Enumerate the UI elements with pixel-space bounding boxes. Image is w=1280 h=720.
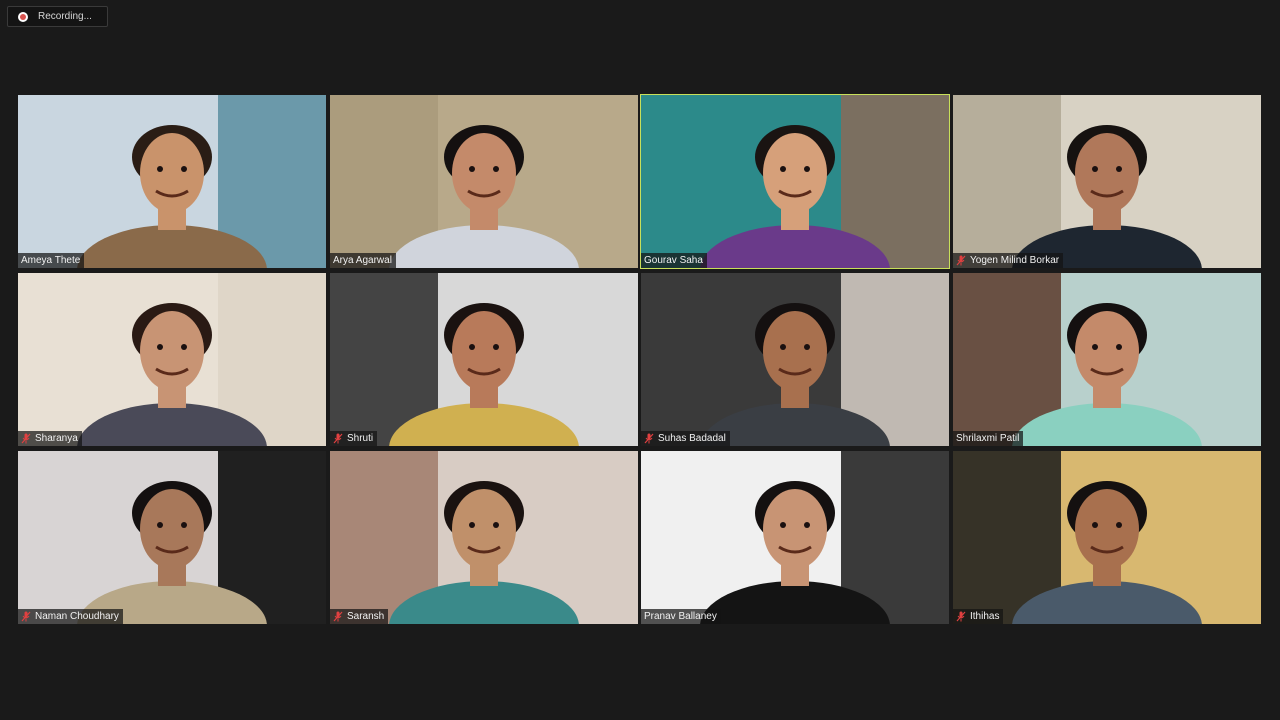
microphone-muted-icon [644, 433, 654, 444]
participant-video-tile[interactable]: Arya Agarwal [330, 95, 638, 268]
participant-nameplate: Sharanya [18, 431, 82, 446]
participant-nameplate: Naman Choudhary [18, 609, 123, 624]
participant-name: Shruti [347, 433, 374, 444]
participant-nameplate: Pranav Ballaney [641, 609, 721, 624]
record-icon [18, 11, 28, 22]
participant-video [953, 273, 1261, 446]
participant-name: Sharanya [35, 433, 78, 444]
participant-name: Saransh [347, 611, 385, 622]
participant-nameplate: Ameya Thete [18, 253, 85, 268]
participant-video [330, 95, 638, 268]
participant-video [953, 451, 1261, 624]
participant-name: Yogen Milind Borkar [970, 255, 1060, 266]
participant-name: Shrilaxmi Patil [956, 433, 1020, 444]
participant-nameplate: Ithihas [953, 609, 1004, 624]
participant-video-tile[interactable]: Shrilaxmi Patil [953, 273, 1261, 446]
participant-video [641, 451, 949, 624]
participant-video-tile[interactable]: Suhas Badadal [641, 273, 949, 446]
participant-name: Arya Agarwal [333, 255, 392, 266]
recording-label: Recording... [38, 11, 92, 22]
participant-video [18, 451, 326, 624]
participant-video [18, 95, 326, 268]
participant-video [18, 273, 326, 446]
participant-video-tile[interactable]: Ithihas [953, 451, 1261, 624]
microphone-muted-icon [333, 433, 343, 444]
participant-video [330, 451, 638, 624]
participant-video [641, 273, 949, 446]
participant-video [953, 95, 1261, 268]
participant-name: Gourav Saha [644, 255, 703, 266]
microphone-muted-icon [956, 255, 966, 266]
microphone-muted-icon [21, 433, 31, 444]
participant-video-tile[interactable]: Ameya Thete [18, 95, 326, 268]
participant-nameplate: Shruti [330, 431, 378, 446]
gallery-view: Ameya Thete Arya Agarwal Gourav Saha Yogen … [18, 94, 1262, 624]
participant-name: Ithihas [970, 611, 1000, 622]
participant-video-tile[interactable]: Saransh [330, 451, 638, 624]
participant-name: Naman Choudhary [35, 611, 119, 622]
participant-nameplate: Shrilaxmi Patil [953, 431, 1024, 446]
participant-video-tile[interactable]: Sharanya [18, 273, 326, 446]
participant-video [330, 273, 638, 446]
participant-name: Ameya Thete [21, 255, 81, 266]
participant-nameplate: Arya Agarwal [330, 253, 396, 268]
participant-name: Pranav Ballaney [644, 611, 717, 622]
participant-video-tile[interactable]: Naman Choudhary [18, 451, 326, 624]
recording-indicator[interactable]: Recording... [7, 6, 108, 27]
participant-video [641, 95, 949, 268]
participant-nameplate: Saransh [330, 609, 389, 624]
microphone-muted-icon [333, 611, 343, 622]
microphone-muted-icon [21, 611, 31, 622]
participant-video-tile[interactable]: Yogen Milind Borkar [953, 95, 1261, 268]
participant-name: Suhas Badadal [658, 433, 726, 444]
participant-nameplate: Suhas Badadal [641, 431, 730, 446]
microphone-muted-icon [956, 611, 966, 622]
participant-nameplate: Gourav Saha [641, 253, 707, 268]
participant-nameplate: Yogen Milind Borkar [953, 253, 1064, 268]
participant-video-tile[interactable]: Shruti [330, 273, 638, 446]
participant-video-tile[interactable]: Gourav Saha [640, 94, 950, 269]
participant-video-tile[interactable]: Pranav Ballaney [641, 451, 949, 624]
